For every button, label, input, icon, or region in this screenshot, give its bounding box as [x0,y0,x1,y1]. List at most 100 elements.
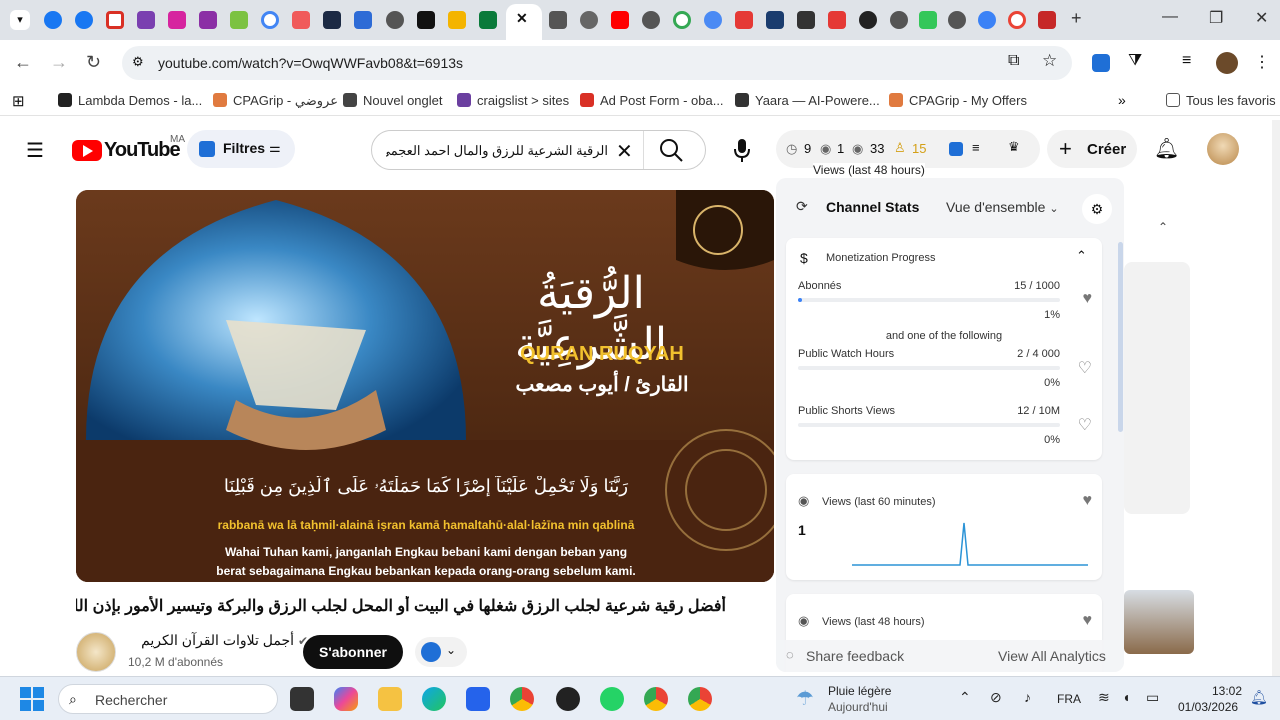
notification-icon[interactable]: 🔔︎ [1250,689,1268,706]
minimize-button[interactable]: — [1162,8,1178,26]
copilot-icon[interactable] [334,687,358,711]
collapse-icon[interactable]: ⌃ [1076,248,1087,264]
channel-avatar[interactable] [76,632,116,672]
tab-gmail-icon[interactable] [106,11,124,29]
task-view-icon[interactable] [290,687,314,711]
extensions-icon[interactable]: ⧩ [1128,52,1142,70]
tab-app-icon[interactable] [919,11,937,29]
tab-app-icon[interactable] [549,11,567,29]
media-control-icon[interactable]: ≡ [1182,52,1191,70]
tab-app-icon[interactable] [797,11,815,29]
chrome-icon[interactable] [644,687,668,711]
tab-app-icon[interactable] [386,11,404,29]
tab-app-icon[interactable] [1038,11,1056,29]
tab-app-icon[interactable] [735,11,753,29]
tab-app-icon[interactable] [978,11,996,29]
notifications-bell-icon[interactable]: 🔔︎ [1154,136,1179,161]
bookmark-item[interactable]: Yaara — AI-Powere... [735,93,880,108]
back-icon[interactable]: ← [14,52,32,73]
tab-skrill-icon[interactable] [137,11,155,29]
heart-icon[interactable]: ♥ [1083,612,1093,630]
tab-audio-icon[interactable] [292,11,310,29]
search-box[interactable]: الرقية الشرعية للرزق والمال احمد العجمي … [371,130,706,170]
view-all-analytics-link[interactable]: View All Analytics [998,648,1106,664]
url-text[interactable]: youtube.com/watch?v=OwqWWFavb08&t=6913s [158,55,463,71]
bookmark-item[interactable]: Ad Post Form - oba... [580,93,724,108]
tab-download-icon[interactable] [828,11,846,29]
sidebar-thumbnail[interactable] [1124,590,1194,654]
network-off-icon[interactable]: ⊘ [990,689,1002,706]
windows-start-icon[interactable] [20,687,44,711]
channel-name[interactable]: أجمل تلاوات القرآن الكريم [141,632,294,648]
bookmark-item[interactable]: CPAGrip - My Offers [889,93,1027,108]
store-icon[interactable] [466,687,490,711]
weather-title[interactable]: Pluie légère [828,684,891,698]
tab-app-icon[interactable] [479,11,497,29]
youtube-logo[interactable]: YouTube [72,139,181,163]
search-button[interactable] [658,137,688,163]
tab-search-chevron-icon[interactable]: ▾ [10,10,30,30]
share-feedback-link[interactable]: Share feedback [806,648,904,664]
clock-date[interactable]: 01/03/2026 [1178,700,1238,714]
tab-youtube-icon[interactable] [611,11,629,29]
list-icon[interactable]: ≡ [972,140,980,155]
sidebar-chevron-icon[interactable]: ⌃ [1158,220,1168,234]
battery-icon[interactable]: ▭ [1146,689,1159,706]
weather-icon[interactable]: ☂ [796,686,814,711]
tab-app-icon[interactable] [704,11,722,29]
iq-dropdown-button[interactable]: ⌄ [415,637,467,667]
filters-button[interactable]: Filtres ⚌ [187,130,295,168]
tab-app-icon[interactable] [448,11,466,29]
apps-grid-icon[interactable]: ⊞ [12,92,25,110]
settings-button[interactable]: ⚙ [1082,194,1112,224]
tab-download-icon[interactable] [354,11,372,29]
tab-google-icon[interactable] [1008,11,1026,29]
refresh-icon[interactable]: ⟳ [796,198,808,215]
close-window-button[interactable]: ✕ [1255,8,1268,28]
extension-iq-icon[interactable] [1092,54,1110,72]
scrollbar[interactable] [1272,120,1280,676]
heart-icon[interactable]: ♥ [1083,492,1093,510]
taskbar-search[interactable]: ⌕ Rechercher [58,684,278,714]
chrome-icon[interactable] [510,687,534,711]
maximize-button[interactable]: ❐ [1209,8,1223,28]
new-tab-button[interactable]: + [1071,8,1082,29]
wifi-icon[interactable]: ≋ [1098,689,1110,706]
tab-app-icon[interactable] [859,11,877,29]
tab-active[interactable]: ✕ [506,4,542,40]
tab-google-icon[interactable] [261,11,279,29]
address-bar[interactable]: ⚙ youtube.com/watch?v=OwqWWFavb08&t=6913… [122,46,1072,80]
create-button[interactable]: + Créer [1047,130,1137,168]
bookmark-item[interactable]: CPAGrip - عروضي [213,93,338,109]
channel-name-row[interactable]: أجمل تلاوات القرآن الكريم ✔ [128,632,308,650]
tray-chevron-icon[interactable]: ⌃ [959,689,971,706]
profile-avatar[interactable] [1216,52,1238,74]
forward-icon[interactable]: → [50,52,68,73]
file-explorer-icon[interactable] [378,687,402,711]
heart-outline-icon[interactable]: ♡ [1078,358,1092,378]
app-icon[interactable] [556,687,580,711]
tab-instagram-icon[interactable] [168,11,186,29]
heart-outline-icon[interactable]: ♡ [1078,415,1092,435]
bookmarks-overflow-icon[interactable]: » [1118,92,1126,108]
tab-app-icon[interactable] [890,11,908,29]
bookmark-item[interactable]: Lambda Demos - la... [58,93,202,108]
microphone-icon[interactable]: ♪ [1024,689,1031,705]
clock-time[interactable]: 13:02 [1212,684,1242,698]
tab-app-icon[interactable] [580,11,598,29]
chrome-icon[interactable] [688,687,712,711]
panel-scrollbar[interactable] [1118,242,1123,432]
voice-search-icon[interactable] [732,137,752,163]
account-avatar[interactable] [1207,133,1239,165]
tab-app-icon[interactable] [199,11,217,29]
tab-tiktok-icon[interactable] [417,11,435,29]
reload-icon[interactable]: ↻ [86,52,101,73]
hamburger-menu-icon[interactable]: ☰ [26,138,44,163]
tab-app-icon[interactable] [323,11,341,29]
bookmark-star-icon[interactable]: ☆ [1042,51,1057,71]
trophy-icon[interactable]: ♛ [1008,139,1020,155]
bookmark-item[interactable]: craigslist > sites [457,93,569,108]
subscribe-button[interactable]: S'abonner [303,635,403,669]
tab-app-icon[interactable] [948,11,966,29]
video-player[interactable]: الرُّقيَةُ الشَّرعِيَّة QURAN RUQYAH الق… [76,190,774,582]
